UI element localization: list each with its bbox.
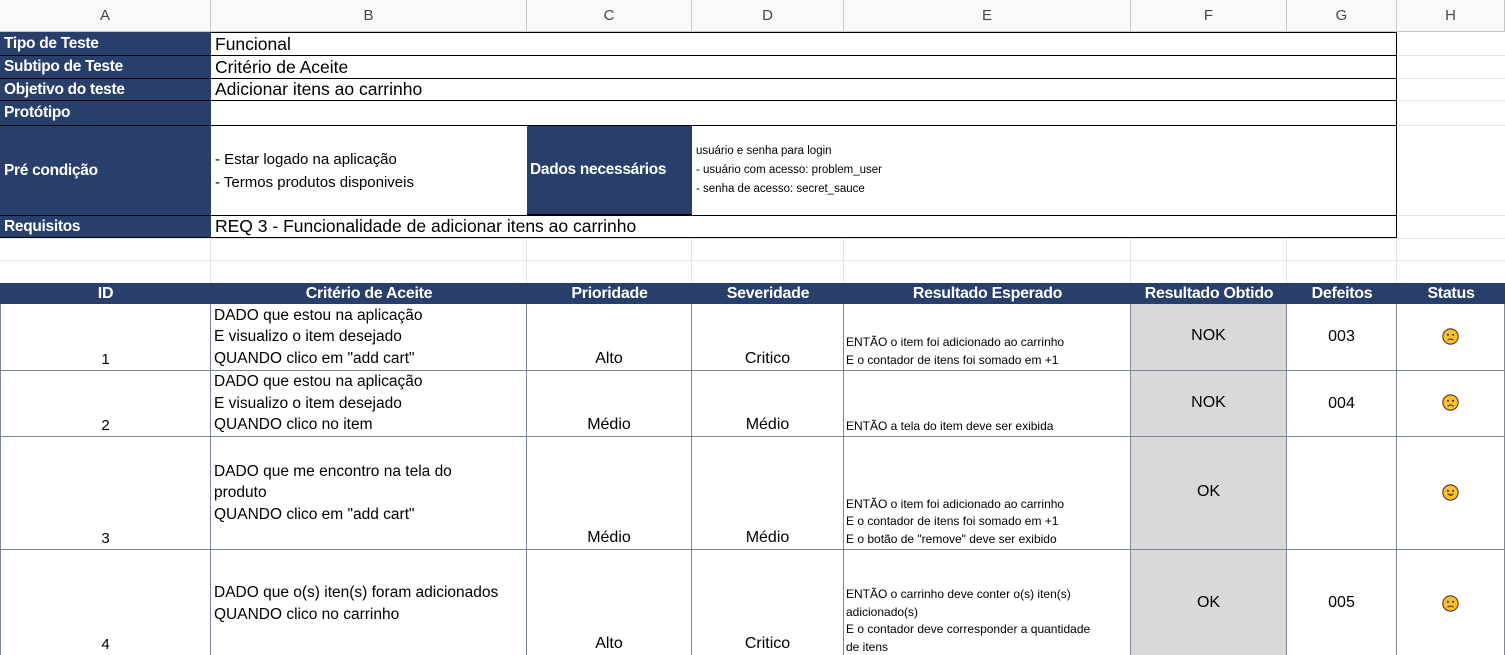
column-header-d[interactable]: D bbox=[692, 0, 844, 32]
column-header-b[interactable]: B bbox=[211, 0, 527, 32]
precondicao-value[interactable]: - Estar logado na aplicação - Termos pro… bbox=[211, 125, 527, 216]
requisitos-label[interactable]: Requisitos bbox=[0, 216, 211, 238]
row3-severidade[interactable]: Médio bbox=[692, 437, 844, 550]
row1-prioridade[interactable]: Alto bbox=[527, 304, 692, 371]
row3-criterio[interactable]: DADO que me encontro na tela do produto … bbox=[211, 437, 527, 550]
header-defeitos[interactable]: Defeitos bbox=[1287, 283, 1397, 304]
row2-status[interactable] bbox=[1397, 371, 1505, 437]
objetivo-value[interactable]: Adicionar itens ao carrinho bbox=[211, 78, 1397, 101]
row2-severidade[interactable]: Médio bbox=[692, 371, 844, 437]
header-status[interactable]: Status bbox=[1397, 283, 1505, 304]
gridline bbox=[0, 260, 1505, 261]
sad-face-icon bbox=[1442, 394, 1459, 411]
row1-severidade[interactable]: Critico bbox=[692, 304, 844, 371]
row2-id[interactable]: 2 bbox=[0, 371, 211, 437]
happy-face-icon bbox=[1442, 484, 1459, 501]
spreadsheet: A B C D E F G H Tipo de Teste Funcional … bbox=[0, 0, 1505, 655]
row1-defeitos[interactable]: 003 bbox=[1287, 304, 1397, 371]
row4-id[interactable]: 4 bbox=[0, 550, 211, 655]
dados-value[interactable]: usuário e senha para login - usuário com… bbox=[692, 125, 1397, 216]
header-severidade[interactable]: Severidade bbox=[692, 283, 844, 304]
row3-obtido[interactable]: OK bbox=[1131, 437, 1287, 550]
subtipo-value[interactable]: Critério de Aceite bbox=[211, 55, 1397, 79]
row4-defeitos[interactable]: 005 bbox=[1287, 550, 1397, 655]
column-header-h[interactable]: H bbox=[1397, 0, 1505, 32]
header-resultado-esperado[interactable]: Resultado Esperado bbox=[844, 283, 1131, 304]
prototipo-label[interactable]: Protótipo bbox=[0, 101, 211, 126]
row3-prioridade[interactable]: Médio bbox=[527, 437, 692, 550]
sad-face-icon bbox=[1442, 595, 1459, 612]
row2-criterio[interactable]: DADO que estou na aplicação E visualizo … bbox=[211, 371, 527, 437]
row4-obtido[interactable]: OK bbox=[1131, 550, 1287, 655]
subtipo-label[interactable]: Subtipo de Teste bbox=[0, 56, 211, 79]
column-header-g[interactable]: G bbox=[1287, 0, 1397, 32]
header-criterio[interactable]: Critério de Aceite bbox=[211, 283, 527, 304]
row1-status[interactable] bbox=[1397, 304, 1505, 371]
row2-prioridade[interactable]: Médio bbox=[527, 371, 692, 437]
row2-defeitos[interactable]: 004 bbox=[1287, 371, 1397, 437]
requisitos-value[interactable]: REQ 3 - Funcionalidade de adicionar iten… bbox=[211, 215, 1397, 238]
prototipo-value[interactable] bbox=[211, 100, 1397, 126]
row3-status[interactable] bbox=[1397, 437, 1505, 550]
header-prioridade[interactable]: Prioridade bbox=[527, 283, 692, 304]
row4-prioridade[interactable]: Alto bbox=[527, 550, 692, 655]
header-id[interactable]: ID bbox=[0, 283, 211, 304]
tipo-label[interactable]: Tipo de Teste bbox=[0, 32, 211, 56]
column-header-f[interactable]: F bbox=[1131, 0, 1287, 32]
row1-obtido[interactable]: NOK bbox=[1131, 304, 1287, 371]
row3-defeitos[interactable] bbox=[1287, 437, 1397, 550]
objetivo-label[interactable]: Objetivo do teste bbox=[0, 79, 211, 101]
row1-id[interactable]: 1 bbox=[0, 304, 211, 371]
tipo-value[interactable]: Funcional bbox=[211, 32, 1397, 56]
column-header-e[interactable]: E bbox=[844, 0, 1131, 32]
row1-criterio[interactable]: DADO que estou na aplicação E visualizo … bbox=[211, 304, 527, 371]
row1-esperado[interactable]: ENTÃO o item foi adicionado ao carrinho … bbox=[844, 304, 1131, 371]
row3-id[interactable]: 3 bbox=[0, 437, 211, 550]
row4-esperado[interactable]: ENTÃO o carrinho deve conter o(s) iten(s… bbox=[844, 550, 1131, 655]
sad-face-icon bbox=[1442, 328, 1459, 345]
row4-status[interactable] bbox=[1397, 550, 1505, 655]
row4-criterio[interactable]: DADO que o(s) iten(s) foram adicionados … bbox=[211, 550, 527, 655]
precondicao-label[interactable]: Pré condição bbox=[0, 126, 211, 216]
row2-esperado[interactable]: ENTÃO a tela do item deve ser exibida bbox=[844, 371, 1131, 437]
gridline bbox=[0, 238, 1505, 239]
dados-label[interactable]: Dados necessários bbox=[527, 126, 692, 215]
row4-severidade[interactable]: Critico bbox=[692, 550, 844, 655]
column-header-a[interactable]: A bbox=[0, 0, 211, 32]
column-header-c[interactable]: C bbox=[527, 0, 692, 32]
row3-esperado[interactable]: ENTÃO o item foi adicionado ao carrinho … bbox=[844, 437, 1131, 550]
header-resultado-obtido[interactable]: Resultado Obtido bbox=[1131, 283, 1287, 304]
row2-obtido[interactable]: NOK bbox=[1131, 371, 1287, 437]
